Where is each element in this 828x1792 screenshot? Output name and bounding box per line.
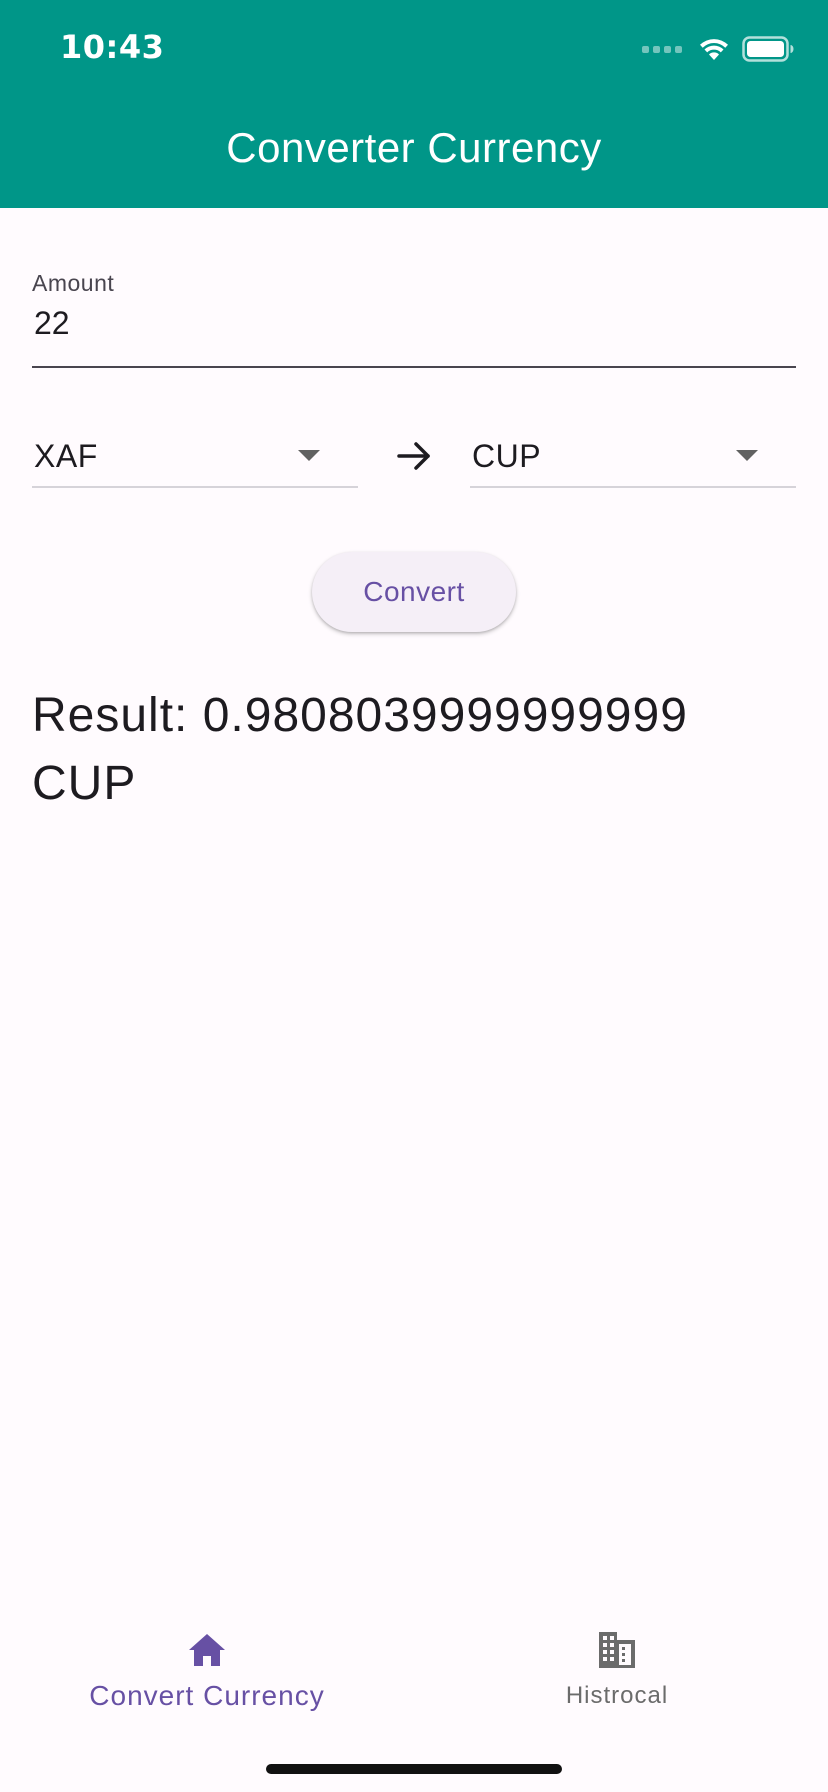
amount-input[interactable] bbox=[34, 300, 734, 346]
page-title: Converter Currency bbox=[226, 124, 602, 171]
status-time: 10:43 bbox=[60, 28, 165, 66]
wifi-icon bbox=[700, 39, 728, 60]
app-bar: 10:43 Converter Currency bbox=[0, 0, 828, 208]
home-icon bbox=[189, 1634, 225, 1666]
cellular-signal-icon bbox=[642, 45, 682, 53]
nav-item-histrocal[interactable]: Histrocal bbox=[467, 1624, 767, 1724]
dropdown-caret-icon bbox=[298, 450, 320, 461]
building-icon bbox=[599, 1632, 635, 1668]
nav-item-convert-currency[interactable]: Convert Currency bbox=[57, 1624, 357, 1724]
home-indicator bbox=[266, 1764, 562, 1774]
amount-label: Amount bbox=[32, 270, 115, 296]
convert-button[interactable]: Convert bbox=[312, 552, 516, 632]
to-currency-dropdown[interactable]: CUP bbox=[470, 428, 796, 488]
dropdown-caret-icon bbox=[736, 450, 758, 461]
from-currency-dropdown[interactable]: XAF bbox=[32, 428, 358, 488]
arrow-right-icon bbox=[397, 442, 430, 470]
result-text: Result: 0.9808039999999999 CUP bbox=[32, 689, 688, 810]
amount-field[interactable]: Amount bbox=[32, 268, 796, 368]
nav-label-histrocal: Histrocal bbox=[565, 1682, 669, 1709]
from-currency-value: XAF bbox=[34, 438, 98, 474]
status-icons bbox=[642, 34, 794, 64]
nav-label-convert-currency: Convert Currency bbox=[89, 1680, 325, 1711]
battery-icon bbox=[742, 36, 794, 62]
to-currency-value: CUP bbox=[472, 438, 542, 474]
